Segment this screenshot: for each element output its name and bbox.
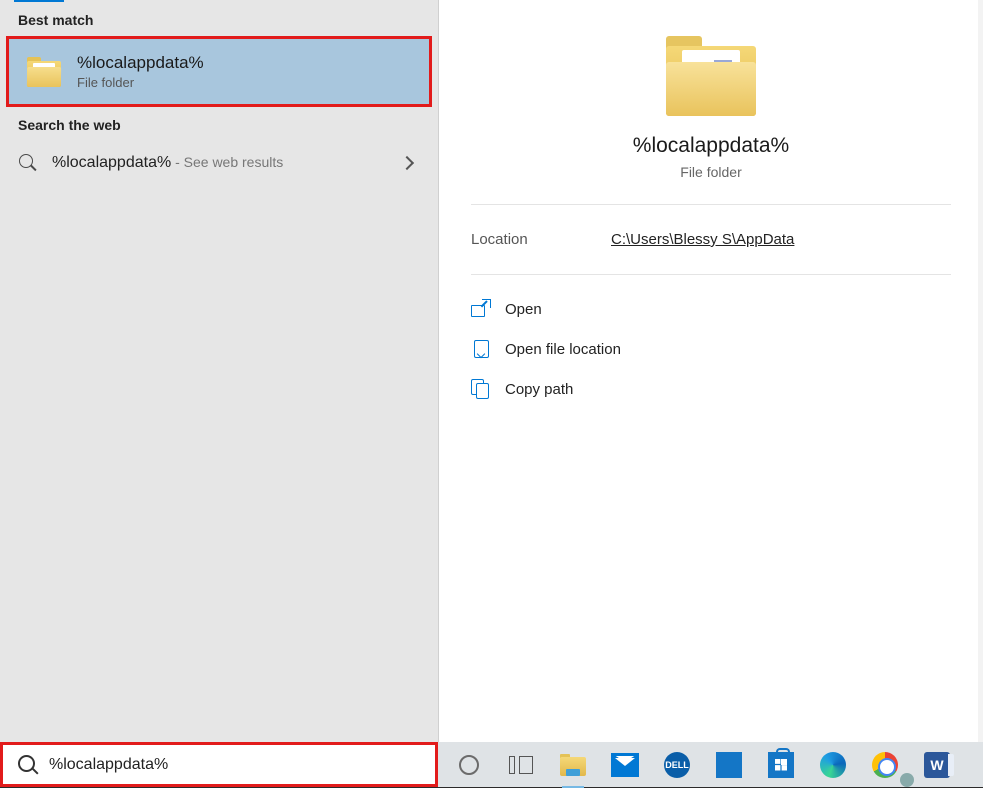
- app-icon: [716, 752, 742, 778]
- edge-icon: [820, 752, 846, 778]
- cortana-button[interactable]: [444, 745, 494, 785]
- action-open[interactable]: Open: [471, 289, 951, 329]
- cortana-icon: [459, 755, 479, 775]
- mail-icon: [611, 753, 639, 777]
- dell-icon: DELL: [664, 752, 690, 778]
- store-icon: [768, 752, 794, 778]
- action-open-label: Open: [505, 301, 542, 318]
- chrome-button[interactable]: [860, 745, 910, 785]
- best-match-header: Best match: [0, 2, 438, 36]
- folder-icon-large: [666, 36, 756, 116]
- edge-button[interactable]: [808, 745, 858, 785]
- preview-subtitle: File folder: [680, 164, 741, 180]
- file-location-icon: [471, 339, 491, 359]
- web-search-result[interactable]: %localappdata% - See web results: [0, 141, 438, 185]
- action-open-file-location[interactable]: Open file location: [471, 329, 951, 369]
- open-icon: [471, 299, 491, 319]
- location-label: Location: [471, 231, 611, 248]
- action-copy-path-label: Copy path: [505, 381, 573, 398]
- file-explorer-button[interactable]: [548, 745, 598, 785]
- folder-icon: [27, 57, 61, 87]
- web-hint: - See web results: [175, 154, 283, 170]
- word-button[interactable]: W: [912, 745, 962, 785]
- taskbar: DELL W: [438, 742, 983, 787]
- location-link[interactable]: C:\Users\Blessy S\AppData: [611, 231, 794, 248]
- search-results-panel: Best match %localappdata% File folder Se…: [0, 0, 438, 742]
- search-input[interactable]: [49, 756, 421, 774]
- preview-title: %localappdata%: [633, 134, 789, 158]
- mail-button[interactable]: [600, 745, 650, 785]
- task-view-button[interactable]: [496, 745, 546, 785]
- profile-avatar-icon: [900, 773, 914, 787]
- dell-button[interactable]: DELL: [652, 745, 702, 785]
- right-scroll-gutter: [978, 0, 983, 742]
- chrome-icon: [872, 752, 898, 778]
- task-view-icon: [509, 756, 533, 774]
- search-icon: [17, 754, 39, 776]
- action-copy-path[interactable]: Copy path: [471, 369, 951, 409]
- copy-icon: [471, 379, 491, 399]
- web-query: %localappdata%: [52, 154, 171, 171]
- best-match-result[interactable]: %localappdata% File folder: [6, 36, 432, 107]
- action-open-location-label: Open file location: [505, 341, 621, 358]
- app-button-1[interactable]: [704, 745, 754, 785]
- search-bar[interactable]: [0, 742, 438, 787]
- search-icon: [18, 153, 38, 173]
- word-icon: W: [924, 752, 950, 778]
- microsoft-store-button[interactable]: [756, 745, 806, 785]
- web-header: Search the web: [0, 107, 438, 141]
- file-explorer-icon: [560, 754, 586, 776]
- best-match-subtitle: File folder: [77, 75, 204, 90]
- preview-panel: %localappdata% File folder Location C:\U…: [438, 0, 983, 742]
- best-match-title: %localappdata%: [77, 53, 204, 73]
- chevron-right-icon[interactable]: [400, 156, 414, 170]
